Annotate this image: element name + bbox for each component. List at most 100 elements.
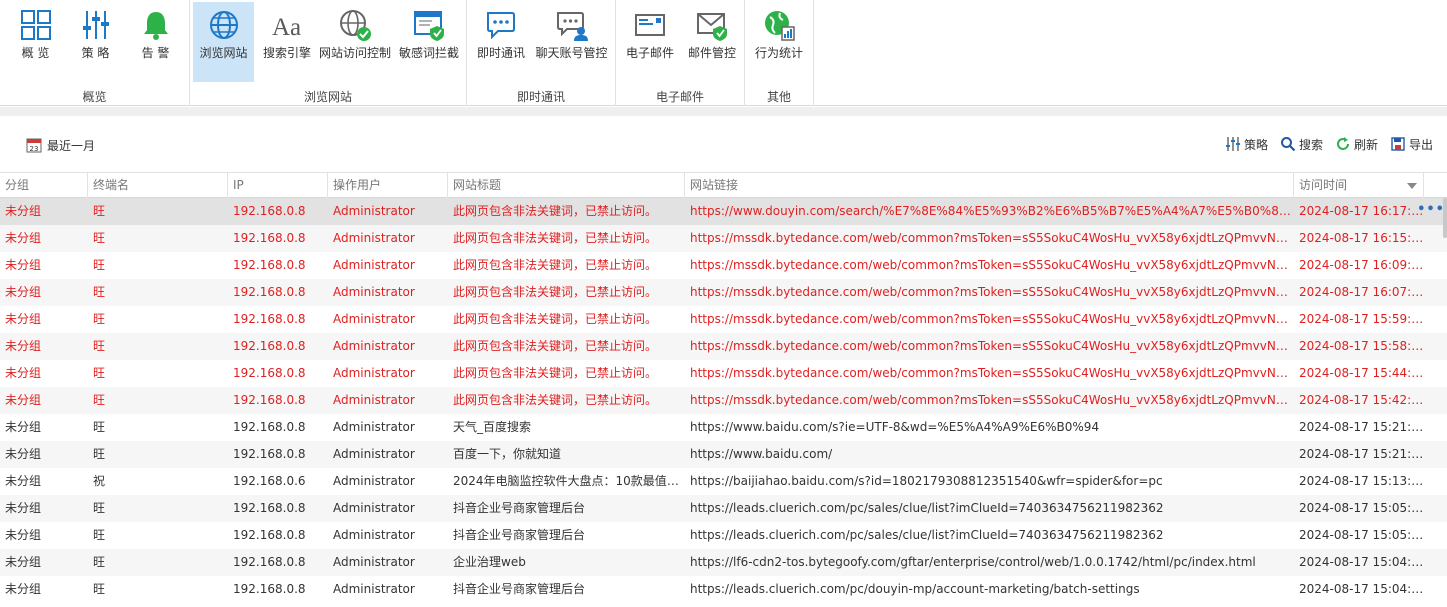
refresh-icon <box>1336 137 1349 150</box>
cell-title: 百度一下，你就知道 <box>453 447 562 461</box>
vertical-scrollbar-thumb[interactable] <box>1443 198 1447 238</box>
cell-ip: 192.168.0.8 <box>233 366 306 380</box>
cell-time: 2024-08-17 15:04:44 <box>1299 555 1424 569</box>
table-row[interactable]: 未分组 旺 192.168.0.8 Administrator 此网页包含非法关键词，已… <box>0 333 1447 360</box>
cell-group: 未分组 <box>5 447 42 461</box>
cell-user: Administrator <box>333 204 415 218</box>
cell-ip: 192.168.0.8 <box>233 447 306 461</box>
ribbon-group-label: 其他 <box>766 90 791 104</box>
separator-band <box>0 107 1447 116</box>
toolbar-policy-label: 策略 <box>1243 137 1268 152</box>
column-header-terminal[interactable]: 终端名 <box>88 173 228 198</box>
email-control-button[interactable]: 邮件管控 <box>682 2 742 82</box>
cell-title: 企业治理web <box>453 555 526 569</box>
table-row[interactable]: 未分组 旺 192.168.0.8 Administrator 此网页包含非法关键词，已… <box>0 279 1447 306</box>
table-row[interactable]: 未分组 祝 192.168.0.6 Administrator 2024年电脑监控软件大… <box>0 468 1447 495</box>
table-row[interactable]: 未分组 旺 192.168.0.8 Administrator 此网页包含非法关键词，已… <box>0 387 1447 414</box>
column-header-url[interactable]: 网站链接 <box>685 173 1294 198</box>
table-row[interactable]: 未分组 旺 192.168.0.8 Administrator 企业治理web https… <box>0 549 1447 576</box>
cell-terminal: 旺 <box>93 420 106 434</box>
cell-ip: 192.168.0.8 <box>233 258 306 272</box>
table-row[interactable]: 未分组 旺 192.168.0.8 Administrator 此网页包含非法关键词，已… <box>0 252 1447 279</box>
toolbar-refresh-button[interactable]: 刷新 <box>1335 136 1378 153</box>
cell-time: 2024-08-17 15:42:08 <box>1299 393 1424 407</box>
alert-button[interactable]: 告 警 <box>128 2 183 82</box>
cell-title: 此网页包含非法关键词，已禁止访问。 <box>453 204 658 218</box>
ribbon-group-browse: 浏览网站 Aa 搜索引擎 网站访问控制 敏感词拦截 浏览网站 <box>190 0 467 106</box>
cell-user: Administrator <box>333 447 415 461</box>
search-engine-button[interactable]: Aa 搜索引擎 <box>256 2 318 82</box>
cell-terminal: 旺 <box>93 555 106 569</box>
export-icon <box>1391 137 1405 151</box>
cell-group: 未分组 <box>5 501 42 515</box>
table-row[interactable]: 未分组 旺 192.168.0.8 Administrator 此网页包含非法关键词，已… <box>0 225 1447 252</box>
cell-user: Administrator <box>333 555 415 569</box>
cell-title: 抖音企业号商家管理后台 <box>453 528 586 542</box>
email-control-button-label: 邮件管控 <box>687 46 736 60</box>
cell-ip: 192.168.0.8 <box>233 528 306 542</box>
cell-group: 未分组 <box>5 528 42 542</box>
cell-terminal: 旺 <box>93 447 106 461</box>
cell-url: https://www.baidu.com/s?ie=UTF-8&wd=%E5%… <box>690 420 1100 434</box>
table-row[interactable]: 未分组 旺 192.168.0.8 Administrator 抖音企业号商家管理后台 h… <box>0 522 1447 549</box>
column-header-time[interactable]: 访问时间 <box>1294 173 1424 198</box>
sort-desc-icon <box>1407 183 1417 189</box>
ribbon-group-label: 概览 <box>82 90 107 104</box>
cell-time: 2024-08-17 15:04:37 <box>1299 582 1424 596</box>
cell-ip: 192.168.0.8 <box>233 285 306 299</box>
table-row[interactable]: 未分组 旺 192.168.0.8 Administrator 抖音企业号商家管理后台 h… <box>0 576 1447 603</box>
cell-group: 未分组 <box>5 285 42 299</box>
toolbar-export-label: 导出 <box>1408 137 1433 152</box>
cell-terminal: 旺 <box>93 393 106 407</box>
table-row[interactable]: 未分组 旺 192.168.0.8 Administrator 天气_百度搜索 https… <box>0 414 1447 441</box>
table-row[interactable]: 未分组 旺 192.168.0.8 Administrator 抖音企业号商家管理后台 h… <box>0 495 1447 522</box>
table-row[interactable]: 未分组 旺 192.168.0.8 Administrator 此网页包含非法关键词，已… <box>0 306 1447 333</box>
website-access-control-button[interactable]: 网站访问控制 <box>318 2 392 82</box>
cell-time: 2024-08-17 15:13:50 <box>1299 474 1424 488</box>
policy-button[interactable]: 策 略 <box>68 2 123 82</box>
cell-terminal: 旺 <box>93 258 106 272</box>
cell-ip: 192.168.0.8 <box>233 393 306 407</box>
column-header-group[interactable]: 分组 <box>0 173 88 198</box>
instant-message-button[interactable]: 即时通讯 <box>473 2 529 82</box>
toolbar-export-button[interactable]: 导出 <box>1390 136 1433 153</box>
column-header-title[interactable]: 网站标题 <box>448 173 685 198</box>
toolbar-policy-button[interactable]: 策略 <box>1225 136 1268 153</box>
cell-url: https://leads.cluerich.com/pc/sales/clue… <box>690 501 1164 515</box>
table-row[interactable]: 未分组 旺 192.168.0.8 Administrator 百度一下，你就知道 htt… <box>0 441 1447 468</box>
browse-website-button[interactable]: 浏览网站 <box>193 2 254 82</box>
chat-account-control-button-label: 聊天账号管控 <box>535 46 608 60</box>
cell-ip: 192.168.0.8 <box>233 555 306 569</box>
overview-icon <box>20 10 51 40</box>
row-more-icon[interactable]: ••• <box>1417 198 1445 225</box>
toolbar-search-button[interactable]: 搜索 <box>1280 136 1323 153</box>
overview-button[interactable]: 概 览 <box>8 2 63 82</box>
cell-url: https://www.douyin.com/search/%E7%8E%84%… <box>690 204 1294 218</box>
column-header-ip[interactable]: IP <box>228 173 328 198</box>
behavior-stats-button[interactable]: 行为统计 <box>749 2 809 82</box>
cell-title: 此网页包含非法关键词，已禁止访问。 <box>453 312 658 326</box>
sensitive-word-block-button[interactable]: 敏感词拦截 <box>394 2 464 82</box>
table-row[interactable]: 未分组 旺 192.168.0.8 Administrator 此网页包含非法关键词，已… <box>0 360 1447 387</box>
cell-ip: 192.168.0.8 <box>233 231 306 245</box>
browse-website-button-label: 浏览网站 <box>199 46 248 60</box>
table-row[interactable]: 未分组 旺 192.168.0.8 Administrator 此网页包含非法关键词，已… <box>0 198 1447 225</box>
cell-user: Administrator <box>333 258 415 272</box>
cell-ip: 192.168.0.8 <box>233 204 306 218</box>
globe-icon <box>209 11 238 39</box>
cell-terminal: 旺 <box>93 528 106 542</box>
chat-account-control-button[interactable]: 聊天账号管控 <box>533 2 610 82</box>
cell-time: 2024-08-17 15:58:29 <box>1299 339 1424 353</box>
ribbon-group-other: 行为统计 其他 <box>745 0 814 106</box>
toolbar-actions: 策略 搜索 刷新 导出 <box>1213 134 1433 154</box>
cell-group: 未分组 <box>5 420 42 434</box>
sensitive-word-block-button-label: 敏感词拦截 <box>398 46 459 60</box>
date-range-selector[interactable]: 23 最近一月 <box>26 136 95 154</box>
chat-icon <box>487 12 515 40</box>
email-button[interactable]: 电子邮件 <box>620 2 680 82</box>
cell-terminal: 旺 <box>93 582 106 596</box>
column-header-user[interactable]: 操作用户 <box>328 173 448 198</box>
cell-title: 此网页包含非法关键词，已禁止访问。 <box>453 231 658 245</box>
overview-button-label: 概 览 <box>21 46 50 60</box>
behavior-stats-button-label: 行为统计 <box>754 46 803 60</box>
